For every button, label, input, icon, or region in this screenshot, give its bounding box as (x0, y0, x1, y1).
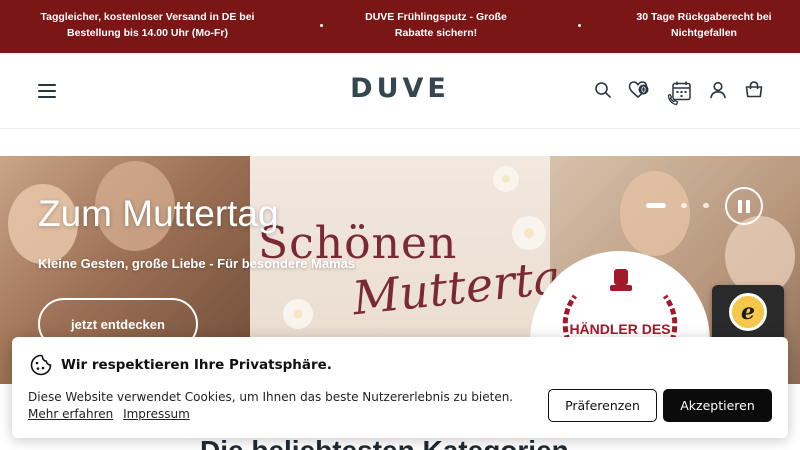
slide-dot[interactable] (681, 203, 687, 208)
site-header: DUVE 0 (0, 53, 800, 129)
wishlist-heart-icon[interactable]: 0 (628, 80, 652, 100)
announcement-shipping: Taggleicher, kostenloser Versand in DE b… (40, 11, 255, 39)
account-icon[interactable] (708, 80, 728, 100)
search-icon[interactable] (593, 80, 613, 100)
cookie-icon (30, 354, 52, 376)
cookie-banner: Wir respektieren Ihre Privatsphäre. Dies… (12, 337, 788, 438)
flower-decoration (283, 299, 313, 329)
accept-button[interactable]: Akzeptieren (663, 389, 772, 422)
announcement-separator (320, 24, 323, 27)
slide-dot[interactable] (703, 203, 709, 208)
trusted-shops-letter: e (741, 299, 755, 325)
hero-title: Zum Muttertag (38, 193, 279, 234)
calendar-call-icon[interactable] (667, 80, 693, 106)
cookie-title: Wir respektieren Ihre Privatsphäre. (61, 357, 332, 373)
cookie-description: Diese Website verwendet Cookies, um Ihne… (28, 390, 514, 404)
announcement-bar: Taggleicher, kostenloser Versand in DE b… (0, 0, 800, 53)
site-logo[interactable]: DUVE (350, 73, 450, 104)
imprint-link[interactable]: Impressum (123, 407, 190, 421)
announcement-separator (578, 24, 581, 27)
menu-icon[interactable] (38, 84, 56, 98)
flower-decoration (512, 216, 546, 250)
cart-icon[interactable] (744, 80, 764, 100)
preferences-button[interactable]: Präferenzen (548, 389, 657, 422)
flower-decoration (493, 166, 519, 192)
slide-dot-active[interactable] (646, 203, 666, 208)
announcement-sale[interactable]: DUVE Frühlingsputz - Große Rabatte siche… (350, 9, 522, 41)
wishlist-count: 0 (641, 86, 646, 95)
trusted-shops-badge[interactable]: e (712, 285, 784, 345)
hero-subtitle: Kleine Gesten, große Liebe - Für besonde… (38, 256, 356, 271)
learn-more-link[interactable]: Mehr erfahren (28, 407, 113, 421)
announcement-returns: 30 Tage Rückgaberecht bei Nichtgefallen (636, 11, 772, 39)
pause-button[interactable] (725, 187, 763, 225)
